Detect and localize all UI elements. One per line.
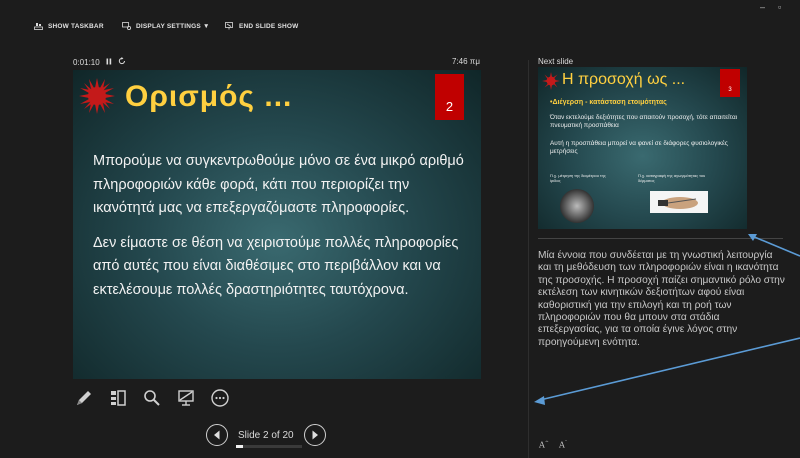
pen-icon[interactable] <box>73 387 95 409</box>
next-slide-caption: Π.χ. καταγραφή της αγωγιμότητας του δέρμ… <box>638 173 706 183</box>
next-slide-button[interactable] <box>303 424 326 446</box>
increase-font-button[interactable]: A^ <box>539 440 549 450</box>
slide-indicator[interactable]: Slide 2 of 20 <box>236 429 302 448</box>
slide-title: Ορισμός ... <box>125 80 293 113</box>
iris-image <box>560 189 594 223</box>
slide-indicator-text: Slide 2 of 20 <box>238 429 294 441</box>
elapsed-time: 0:01:10 <box>73 57 100 67</box>
next-slide-subtitle: •Διέγερση - κατάσταση ετοιμότητας <box>550 99 667 106</box>
next-slide-label: Next slide <box>538 57 574 66</box>
slide-paragraph: Δεν είμαστε σε θέση να χειριστούμε πολλέ… <box>93 234 459 298</box>
slide-paragraph: Μπορούμε να συγκεντρωθούμε μόνο σε ένα μ… <box>93 153 464 216</box>
next-slide-paragraph: Αυτή η προσπάθεια μπορεί να φανεί σε διά… <box>550 140 728 155</box>
previous-slide-button[interactable] <box>206 424 228 446</box>
notes-divider[interactable] <box>538 238 783 239</box>
slide-tools <box>73 387 231 409</box>
end-slide-show-button[interactable]: END SLIDE SHOW <box>225 22 299 30</box>
next-slide-title: Η προσοχή ως ... <box>562 71 686 88</box>
end-slide-show-label: END SLIDE SHOW <box>239 22 299 30</box>
black-screen-icon[interactable] <box>175 387 197 409</box>
speaker-notes[interactable]: Μία έννοια που συνδέεται με τη γνωστική … <box>538 250 786 349</box>
current-slide[interactable]: Ορισμός ... 2 Μπορούμε να συγκεντρωθούμε… <box>73 70 481 379</box>
show-taskbar-button[interactable]: SHOW TASKBAR <box>34 22 104 30</box>
timer: 0:01:10 <box>73 57 126 67</box>
display-settings-label: DISPLAY SETTINGS ▼ <box>136 22 210 30</box>
decrease-font-button[interactable]: Aˇ <box>559 440 567 450</box>
taskbar-icon <box>34 22 43 30</box>
chevron-left-icon <box>214 430 220 440</box>
next-slide-number-badge: 3 <box>720 69 740 97</box>
slide-progress-fill <box>236 444 243 448</box>
notes-font-controls: A^ Aˇ <box>539 440 567 450</box>
slide-number-badge: 2 <box>435 74 464 120</box>
slide-body: Μπορούμε να συγκεντρωθούμε μόνο σε ένα μ… <box>93 150 473 313</box>
pause-timer-icon[interactable] <box>106 58 112 67</box>
display-settings-button[interactable]: DISPLAY SETTINGS ▼ <box>122 22 210 31</box>
next-slide-preview[interactable]: Η προσοχή ως ... 3 •Διέγερση - κατάσταση… <box>538 67 747 229</box>
skin-conductance-image <box>650 191 708 213</box>
clock: 7:46 πμ <box>452 57 480 66</box>
sun-icon <box>79 78 115 114</box>
end-show-icon <box>225 22 234 30</box>
next-slide-paragraph: Όταν εκτελούμε δεξιότητες που απαιτούν π… <box>550 114 738 129</box>
slide-progress-bar <box>236 444 302 448</box>
presenter-toolbar: SHOW TASKBAR DISPLAY SETTINGS ▼ END SLID… <box>0 0 800 40</box>
more-options-icon[interactable] <box>209 387 231 409</box>
next-slide-caption: Π.χ. μέτρηση της διαμέτρου της ίριδας <box>550 173 606 183</box>
zoom-icon[interactable] <box>141 387 163 409</box>
see-all-slides-icon[interactable] <box>107 387 129 409</box>
display-settings-icon <box>122 22 132 31</box>
pane-divider[interactable] <box>528 60 529 458</box>
show-taskbar-label: SHOW TASKBAR <box>48 22 104 30</box>
restore-button[interactable]: ▫ <box>778 2 781 12</box>
minimize-button[interactable]: – <box>760 2 765 12</box>
slide-navigation: Slide 2 of 20 <box>206 424 326 448</box>
restart-timer-icon[interactable] <box>118 57 126 67</box>
chevron-right-icon <box>312 430 318 440</box>
sun-icon <box>542 72 560 90</box>
